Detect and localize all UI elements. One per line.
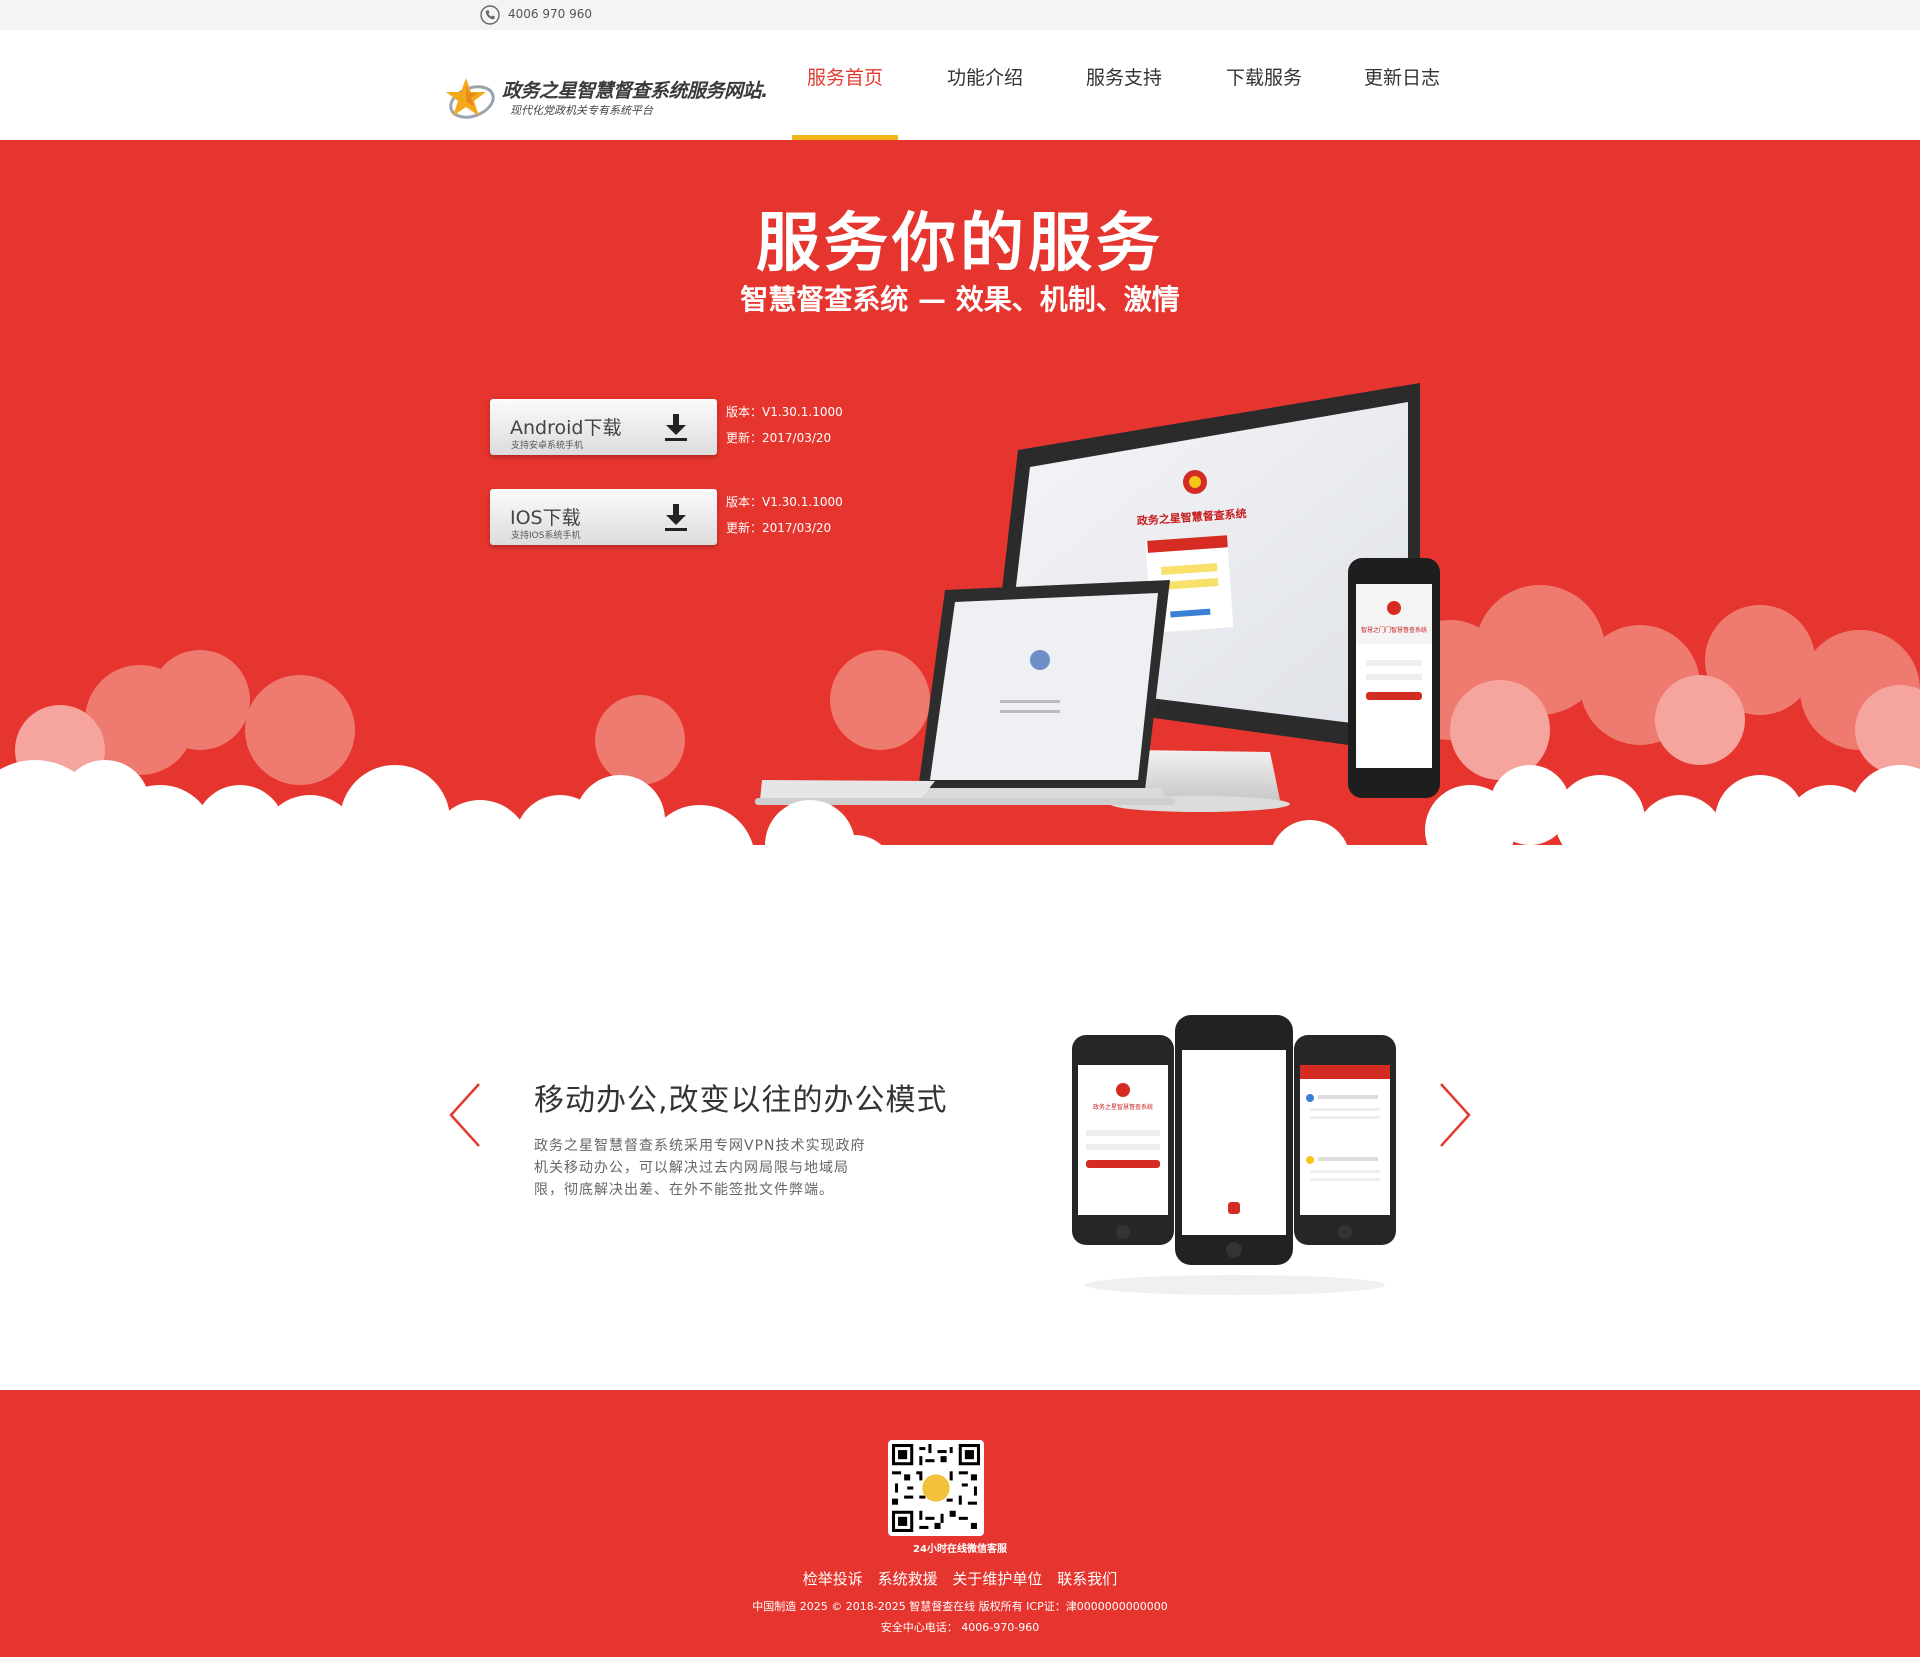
ios-version-info: 版本：V1.30.1.1000 更新：2017/03/20 [726,489,843,541]
nav-item-features[interactable]: 功能介绍 [932,30,1038,140]
download-icon [665,504,687,531]
hero-title: 服务你的服务 [756,207,1164,281]
chevron-right-icon[interactable] [1435,1080,1475,1150]
laptop-graphic [755,580,1175,805]
feature-title: 移动办公,改变以往的办公模式 [534,1083,948,1118]
wechat-qr-code[interactable] [888,1440,984,1536]
phone-graphic: 智慧之门门智慧督查系统 [1348,558,1440,798]
mobile-phones-graphic: 政务之星智慧督查系统 [1072,1015,1396,1295]
left-phone-screen-title: 政务之星智慧督查系统 [1093,1103,1153,1111]
top-bar: 4006 970 960 [0,0,1920,30]
ios-download-label: IOS下载 [510,507,581,529]
qr-caption: 24小时在线微信客服 [913,1544,1007,1555]
footer-link-contact[interactable]: 联系我们 [1057,1570,1117,1588]
footer-link-rescue[interactable]: 系统救援 [878,1570,938,1588]
download-icon [665,414,687,441]
phone-screen-title: 智慧之门门智慧督查系统 [1361,626,1427,634]
nav-item-support[interactable]: 服务支持 [1071,30,1177,140]
chevron-left-icon[interactable] [445,1080,485,1150]
hotline-number: 4006 970 960 [508,7,592,21]
android-updated: 更新：2017/03/20 [726,431,832,445]
feature-section: 移动办公,改变以往的办公模式 政务之星智慧督查系统采用专网VPN技术实现政府机关… [0,875,1920,1390]
hero-banner: 政务之星智慧督查系统 智慧之门门智慧督查系统 服务你的服务 智慧督查系统 — 效… [0,140,1920,875]
qr-code-icon [892,1444,980,1532]
footer-links: 检举投诉 系统救援 关于维护单位 联系我们 [0,1568,1920,1589]
footer-link-report[interactable]: 检举投诉 [803,1570,863,1588]
safety-hotline: 安全中心电话： 4006-970-960 [880,1621,1040,1634]
android-download-label: Android下载 [510,417,622,439]
ios-version: 版本：V1.30.1.1000 [726,495,843,509]
nav-item-changelog[interactable]: 更新日志 [1349,30,1455,140]
phone-icon [480,5,500,25]
ios-download-note: 支持IOS系统手机 [511,531,581,541]
ios-updated: 更新：2017/03/20 [726,521,832,535]
feature-description: 政务之星智慧督查系统采用专网VPN技术实现政府机关移动办公，可以解决过去内网局限… [534,1138,866,1198]
nav-item-home[interactable]: 服务首页 [792,30,898,140]
footer: 24小时在线微信客服 检举投诉 系统救援 关于维护单位 联系我们 中国制造 20… [0,1390,1920,1657]
android-version-info: 版本：V1.30.1.1000 更新：2017/03/20 [726,399,843,451]
android-download-button[interactable]: Android下载 支持安卓系统手机 [490,399,717,455]
ios-download-button[interactable]: IOS下载 支持IOS系统手机 [490,489,717,545]
copyright-text: 中国制造 2025 © 2018-2025 智慧督查在线 版权所有 ICP证：津… [752,1600,1168,1613]
footer-link-maintainer[interactable]: 关于维护单位 [952,1570,1042,1588]
android-download-note: 支持安卓系统手机 [511,441,584,451]
android-version: 版本：V1.30.1.1000 [726,405,843,419]
main-nav: 服务首页 功能介绍 服务支持 下载服务 更新日志 [0,30,1920,140]
hero-subtitle: 智慧督查系统 — 效果、机制、激情 [740,283,1180,316]
nav-item-download[interactable]: 下载服务 [1211,30,1317,140]
